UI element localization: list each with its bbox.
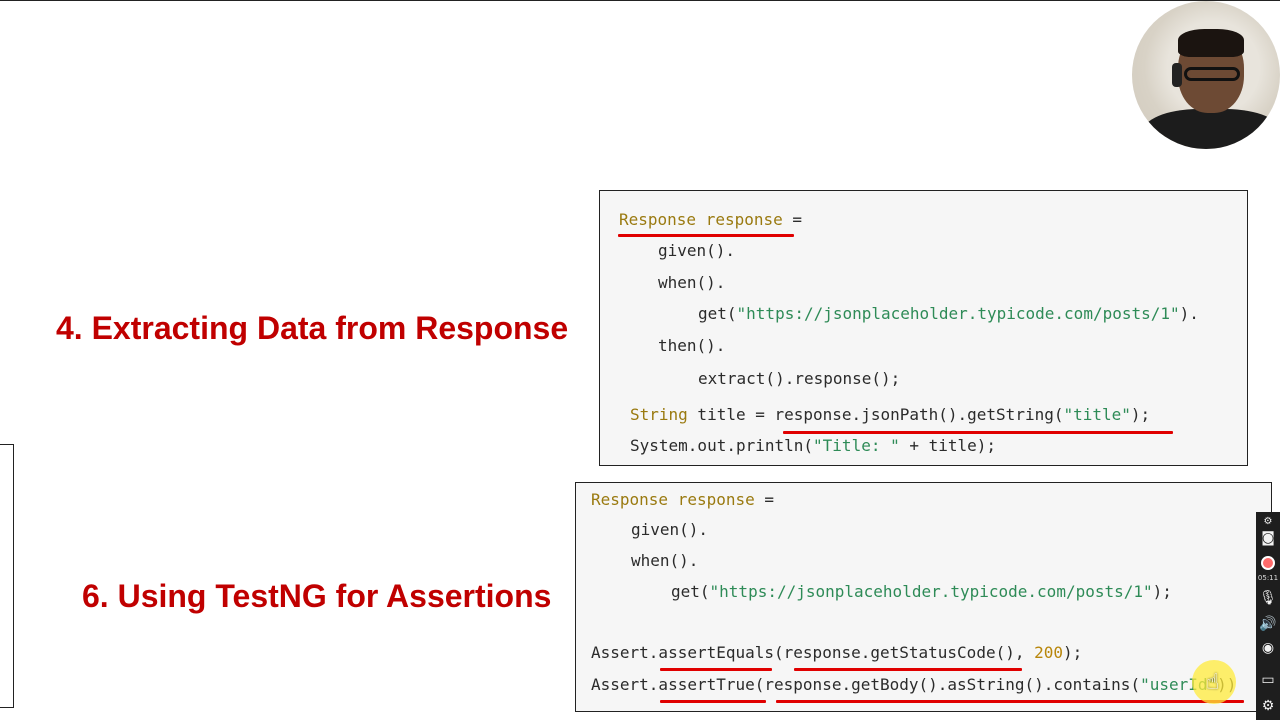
code-token-number: 200: [1034, 643, 1064, 662]
code-block-testng-assertions: Response response = given(). when(). get…: [575, 482, 1272, 712]
recording-timer: 05:11: [1257, 574, 1279, 582]
code-token: =: [782, 210, 803, 229]
code-token-type: String: [630, 405, 688, 424]
code-token: + title);: [899, 436, 997, 455]
camera-icon[interactable]: ◙: [1258, 528, 1278, 548]
red-underline: [660, 668, 772, 671]
code-line: then().: [658, 336, 726, 355]
record-icon[interactable]: [1261, 556, 1275, 570]
code-token: get(: [698, 304, 737, 323]
presenter-body: [1142, 109, 1280, 149]
code-line: String title = response.jsonPath().getSt…: [630, 405, 1150, 424]
microphone-icon[interactable]: 🎙: [1258, 588, 1278, 608]
hand-cursor-icon: ☝: [1206, 670, 1220, 695]
slide-heading-testng-assertions: 6. Using TestNG for Assertions: [82, 578, 552, 614]
speaker-icon[interactable]: 🔊: [1258, 614, 1278, 634]
code-line: Assert.assertEquals(response.getStatusCo…: [591, 643, 1082, 662]
screen-icon[interactable]: ▭: [1258, 670, 1278, 690]
cursor-highlight: ☝: [1192, 660, 1236, 704]
red-underline: [618, 234, 794, 237]
code-token: title = response.jsonPath().getString(: [687, 405, 1064, 424]
code-line: given().: [658, 241, 736, 260]
left-edge-frame: [0, 444, 14, 708]
code-line: given().: [631, 520, 709, 539]
code-token: ).: [1179, 304, 1199, 323]
code-token: Assert.assertEquals(response.getStatusCo…: [591, 643, 1035, 662]
code-token: =: [754, 490, 775, 509]
code-token-type: Response response: [619, 210, 783, 229]
presenter-glasses: [1184, 67, 1240, 81]
code-line: when().: [658, 273, 726, 292]
code-line: Response response =: [619, 210, 802, 229]
code-token: System.out.println(: [630, 436, 814, 455]
code-token: get(: [671, 582, 710, 601]
slide-heading-extracting-data: 4. Extracting Data from Response: [56, 310, 569, 346]
code-token-string: "title": [1063, 405, 1131, 424]
presenter-hair: [1178, 29, 1244, 57]
red-underline: [660, 700, 766, 703]
red-underline: [794, 668, 1022, 671]
webcam-icon[interactable]: ◉: [1258, 638, 1278, 658]
code-line: Response response =: [591, 490, 774, 509]
red-underline: [783, 431, 1173, 434]
code-line: get("https://jsonplaceholder.typicode.co…: [671, 582, 1172, 601]
code-token: );: [1152, 582, 1172, 601]
code-line: Assert.assertTrue(response.getBody().asS…: [591, 675, 1236, 694]
code-token-type: Response response: [591, 490, 755, 509]
code-token-string: "Title: ": [813, 436, 900, 455]
headset-icon: [1172, 63, 1182, 87]
gear-icon[interactable]: ⚙: [1258, 696, 1278, 716]
code-line: System.out.println("Title: " + title);: [630, 436, 996, 455]
top-border-line: [0, 0, 1280, 1]
code-token-string: "https://jsonplaceholder.typicode.com/po…: [709, 582, 1153, 601]
code-line: when().: [631, 551, 699, 570]
red-underline: [776, 700, 1244, 703]
code-token: );: [1063, 643, 1083, 662]
code-token: );: [1130, 405, 1151, 424]
code-token-string: "https://jsonplaceholder.typicode.com/po…: [736, 304, 1180, 323]
code-line: extract().response();: [698, 369, 901, 388]
screen-recorder-toolbar: ⚙ ◙ 05:11 🎙 🔊 ◉ ▭ ⚙: [1256, 512, 1280, 720]
code-line: get("https://jsonplaceholder.typicode.co…: [698, 304, 1199, 323]
code-block-extract-response: Response response = given(). when(). get…: [599, 190, 1248, 466]
webcam-overlay: [1132, 1, 1280, 149]
code-token: Assert.assertTrue(response.getBody().asS…: [591, 675, 1141, 694]
